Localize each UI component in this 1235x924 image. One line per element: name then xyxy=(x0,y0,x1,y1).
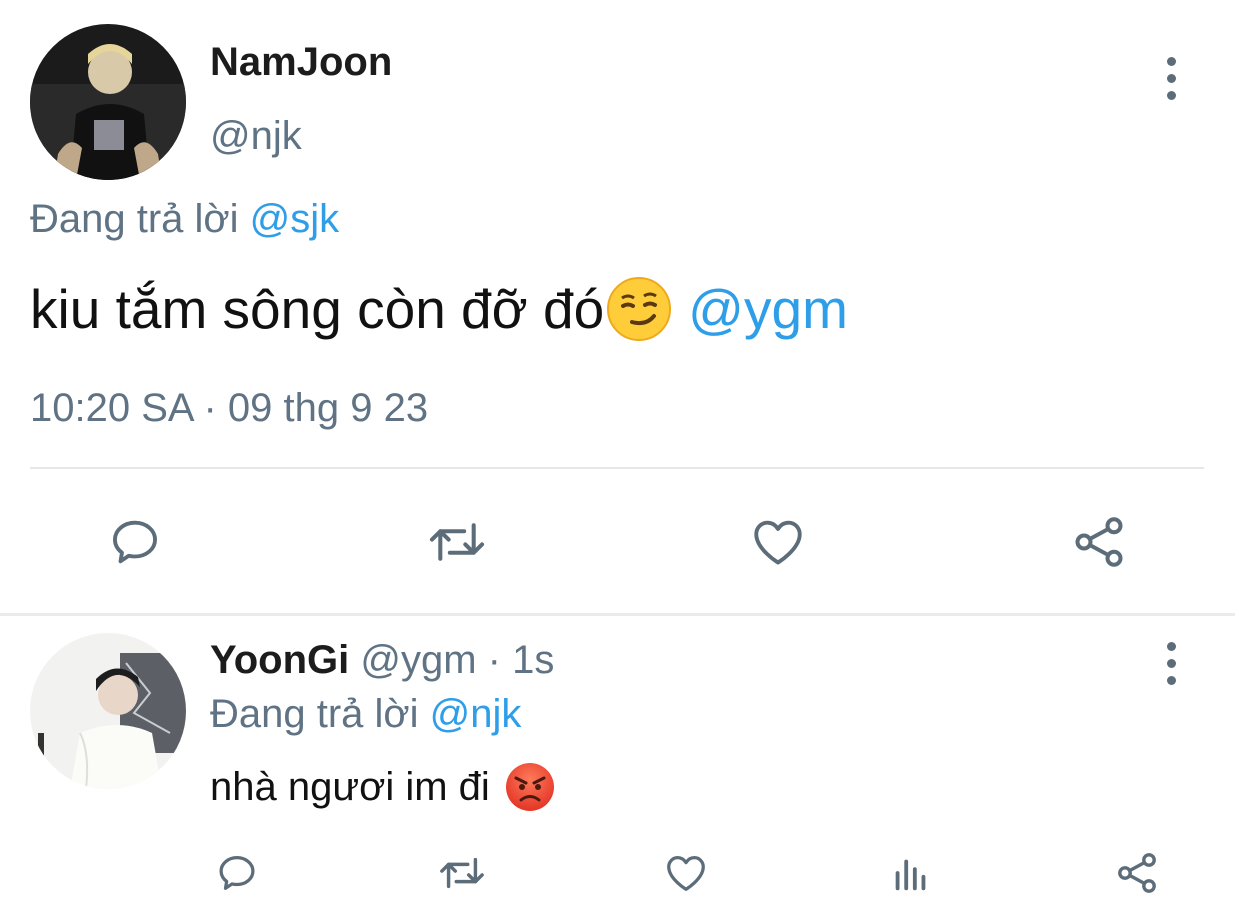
more-options-icon[interactable] xyxy=(1164,642,1178,685)
share-icon xyxy=(1118,853,1156,893)
tweet-text: kiu tắm sông còn đỡ đó @ygm xyxy=(30,276,848,342)
reply-context: Đang trả lời @sjk xyxy=(30,195,339,243)
angry-emoji-icon xyxy=(505,763,554,811)
reply-button[interactable] xyxy=(100,510,170,574)
like-icon xyxy=(667,856,705,891)
reply-to-link[interactable]: @njk xyxy=(430,692,522,736)
retweet-button[interactable] xyxy=(433,846,491,900)
user-photo-icon xyxy=(30,633,186,789)
smirk-emoji-icon xyxy=(607,277,672,341)
mention-link[interactable]: @ygm xyxy=(688,278,848,340)
timestamp[interactable]: 10:20 SA · 09 thg 9 23 xyxy=(30,384,428,432)
share-button[interactable] xyxy=(1110,846,1164,900)
like-button[interactable] xyxy=(743,510,813,574)
tweet-body: nhà ngươi im đi xyxy=(210,765,490,809)
reply-icon xyxy=(113,520,157,564)
display-name[interactable]: NamJoon xyxy=(210,38,392,86)
retweet-icon xyxy=(429,523,485,561)
like-button[interactable] xyxy=(659,846,713,900)
reply-icon xyxy=(219,856,255,890)
tweet-body: kiu tắm sông còn đỡ đó xyxy=(30,278,605,340)
avatar[interactable] xyxy=(30,633,186,789)
like-icon xyxy=(754,520,802,565)
user-handle[interactable]: @njk xyxy=(210,112,302,160)
retweet-icon xyxy=(440,857,484,889)
reply-prefix: Đang trả lời xyxy=(210,692,419,736)
share-icon xyxy=(1075,517,1123,567)
share-button[interactable] xyxy=(1064,510,1134,574)
retweet-button[interactable] xyxy=(422,510,492,574)
more-options-icon[interactable] xyxy=(1164,57,1178,100)
reply-to-link[interactable]: @sjk xyxy=(250,197,340,241)
section-divider xyxy=(0,613,1235,616)
time-ago[interactable]: · 1s xyxy=(488,638,555,682)
display-name[interactable]: YoonGi xyxy=(210,638,349,682)
tweet-text: nhà ngươi im đi xyxy=(210,760,556,814)
divider xyxy=(30,467,1204,469)
reply-prefix: Đang trả lời xyxy=(30,197,239,241)
analytics-button[interactable] xyxy=(884,846,938,900)
tweet-header: YoonGi @ygm · 1s xyxy=(210,636,554,684)
analytics-icon xyxy=(895,859,926,891)
user-photo-icon xyxy=(30,24,186,180)
reply-context: Đang trả lời @njk xyxy=(210,690,521,738)
user-handle[interactable]: @ygm xyxy=(360,638,476,682)
avatar[interactable] xyxy=(30,24,186,180)
reply-button[interactable] xyxy=(210,846,264,900)
